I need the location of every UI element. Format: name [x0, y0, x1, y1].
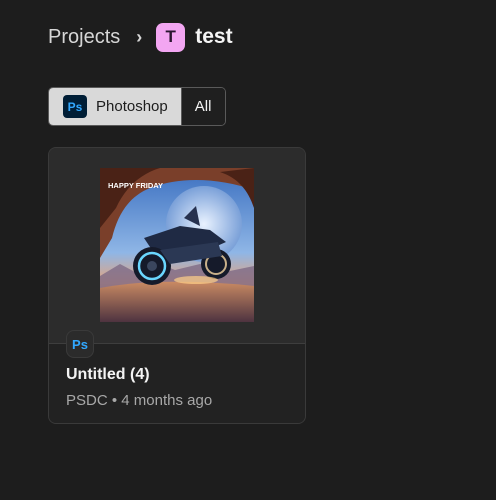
- chevron-right-icon: ›: [136, 26, 143, 47]
- filter-all-button[interactable]: All: [181, 88, 226, 125]
- thumbnail-image: HAPPY FRIDAY: [100, 168, 254, 322]
- file-thumbnail-area: HAPPY FRIDAY: [49, 148, 305, 344]
- breadcrumb-projects-link[interactable]: Projects: [48, 26, 120, 49]
- app-filter-group: Ps Photoshop All: [48, 87, 227, 126]
- thumbnail-caption: HAPPY FRIDAY: [108, 181, 163, 190]
- filter-photoshop-button[interactable]: Ps Photoshop: [49, 88, 182, 125]
- file-title: Untitled (4): [66, 366, 150, 383]
- filter-photoshop-label: Photoshop: [96, 98, 168, 115]
- file-thumbnail[interactable]: HAPPY FRIDAY: [100, 168, 254, 322]
- file-meta: PSDC • 4 months ago: [66, 392, 213, 409]
- breadcrumb: Projects › T test: [48, 22, 233, 52]
- project-title: test: [195, 25, 233, 48]
- project-avatar: T: [156, 22, 186, 52]
- photoshop-icon: Ps: [66, 330, 94, 358]
- file-card[interactable]: HAPPY FRIDAY Ps Untitled (4) PSDC • 4 mo…: [48, 147, 306, 424]
- photoshop-icon: Ps: [63, 95, 87, 118]
